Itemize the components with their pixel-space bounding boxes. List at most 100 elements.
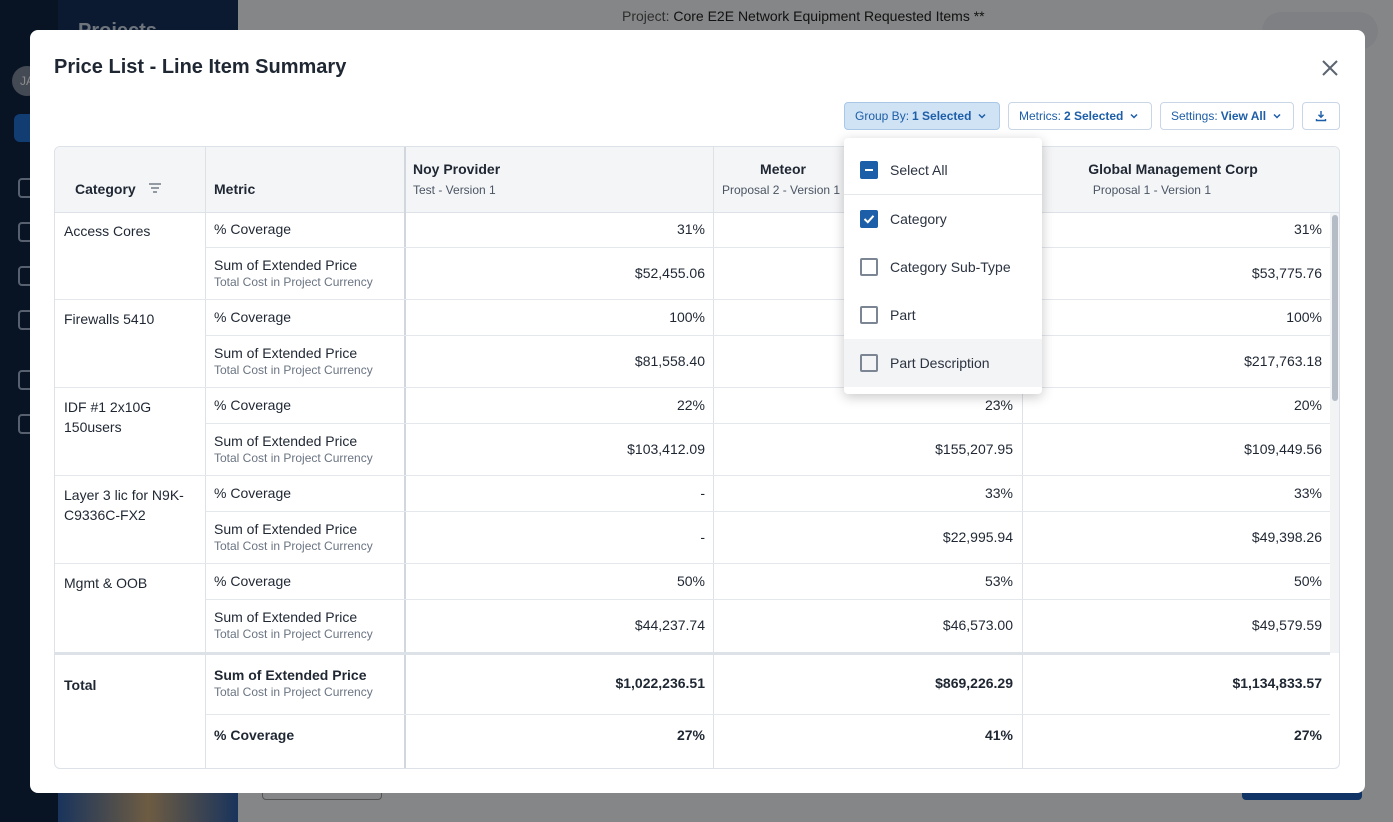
price-list-modal: Price List - Line Item Summary Group By:… (30, 30, 1365, 793)
metric-sublabel: Total Cost in Project Currency (214, 539, 373, 553)
row-divider (55, 475, 1330, 476)
metrics-button[interactable]: Metrics: 2 Selected (1008, 102, 1152, 130)
value-cell: $109,449.56 (1244, 441, 1322, 457)
metric-cell: % Coverage (214, 573, 292, 589)
value-cell: $46,573.00 (942, 617, 1013, 633)
settings-button[interactable]: Settings: View All (1160, 102, 1294, 130)
option-label: Category Sub-Type (890, 259, 1011, 275)
value-cell: 33% (984, 485, 1013, 501)
category-cell: Access Cores (64, 223, 151, 239)
metric-sublabel: Total Cost in Project Currency (214, 685, 373, 699)
total-value-cell: 27% (676, 727, 705, 743)
metric-cell: Sum of Extended Price Total Cost in Proj… (214, 345, 373, 377)
group-by-button[interactable]: Group By: 1 Selected (844, 102, 1000, 130)
chevron-down-icon (1130, 113, 1138, 119)
group-by-option-category-sub-type[interactable]: Category Sub-Type (844, 243, 1042, 291)
total-value-cell: 27% (1293, 727, 1322, 743)
metric-sublabel: Total Cost in Project Currency (214, 363, 373, 377)
download-icon (1315, 111, 1327, 122)
value-cell: 31% (676, 221, 705, 237)
total-value-cell: 41% (984, 727, 1013, 743)
metric-cell: % Coverage (214, 485, 292, 501)
value-cell: 100% (669, 309, 705, 325)
value-cell: $155,207.95 (935, 441, 1013, 457)
metric-label: Sum of Extended Price (214, 609, 358, 625)
metric-cell: Sum of Extended Price Total Cost in Proj… (214, 433, 373, 465)
value-cell: 100% (1286, 309, 1322, 325)
value-cell: 20% (1293, 397, 1322, 413)
modal-title: Price List - Line Item Summary (54, 56, 347, 78)
metric-cell: Sum of Extended Price Total Cost in Proj… (214, 257, 373, 289)
total-metric-cell: % Coverage (214, 727, 295, 743)
group-by-dropdown: Select All Category Category Sub-Type Pa… (844, 138, 1042, 394)
supplier-name: Noy Provider (413, 161, 501, 177)
supplier-name: Global Management Corp (1088, 161, 1258, 177)
group-by-option-part[interactable]: Part (844, 291, 1042, 339)
value-cell: $103,412.09 (627, 441, 705, 457)
value-cell: $44,237.74 (634, 617, 705, 633)
value-cell: 22% (676, 397, 705, 413)
metric-label: Sum of Extended Price (214, 667, 367, 683)
total-metric-cell: Sum of Extended Price Total Cost in Proj… (214, 667, 373, 699)
supplier-version: Proposal 2 - Version 1 (722, 183, 841, 197)
table-scrollbar-thumb[interactable] (1332, 215, 1338, 401)
group-by-value: 1 Selected (912, 109, 972, 123)
table-header: Category Metric Noy Provider Test - Vers… (55, 147, 1339, 213)
metric-cell: % Coverage (214, 397, 292, 413)
value-cell: 53% (984, 573, 1013, 589)
row-divider (206, 599, 1330, 600)
metric-label: Sum of Extended Price (214, 521, 358, 537)
row-divider (206, 714, 1330, 715)
value-cell: - (700, 529, 705, 545)
row-divider (206, 423, 1330, 424)
metrics-key: Metrics: (1019, 109, 1061, 123)
unchecked-checkbox-icon[interactable] (860, 354, 878, 372)
unchecked-checkbox-icon[interactable] (860, 306, 878, 324)
summary-table: Category Metric Noy Provider Test - Vers… (54, 146, 1340, 769)
row-divider (55, 563, 1330, 564)
download-button[interactable] (1302, 102, 1340, 130)
chevron-down-icon (1273, 113, 1281, 119)
value-cell: $81,558.40 (634, 353, 705, 369)
group-by-option-part-description[interactable]: Part Description (844, 339, 1042, 387)
category-cell: Mgmt & OOB (64, 575, 148, 591)
value-cell: 23% (984, 397, 1013, 413)
row-divider (55, 299, 1330, 300)
metric-sublabel: Total Cost in Project Currency (214, 451, 373, 465)
group-by-option-select-all[interactable]: Select All (844, 146, 1042, 194)
value-cell: $52,455.06 (634, 265, 705, 281)
metric-label: Sum of Extended Price (214, 433, 358, 449)
metric-label: Sum of Extended Price (214, 257, 358, 273)
value-cell: $49,579.59 (1251, 617, 1322, 633)
value-cell: 33% (1293, 485, 1322, 501)
checked-checkbox-icon[interactable] (860, 210, 878, 228)
total-separator (55, 652, 1330, 655)
value-cell: $22,995.94 (942, 529, 1013, 545)
supplier-version: Test - Version 1 (413, 183, 496, 197)
close-icon[interactable] (1318, 56, 1342, 80)
option-label: Part Description (890, 355, 990, 371)
metric-sublabel: Total Cost in Project Currency (214, 627, 373, 641)
category-cell: Firewalls 5410 (64, 311, 155, 327)
column-divider (205, 147, 206, 768)
metric-cell: % Coverage (214, 309, 292, 325)
total-value-cell: $1,022,236.51 (615, 675, 705, 691)
total-value-cell: $869,226.29 (935, 675, 1013, 691)
metrics-value: 2 Selected (1064, 109, 1124, 123)
metric-cell: Sum of Extended Price Total Cost in Proj… (214, 521, 373, 553)
value-cell: $53,775.76 (1251, 265, 1322, 281)
metric-cell: Sum of Extended Price Total Cost in Proj… (214, 609, 373, 641)
unchecked-checkbox-icon[interactable] (860, 258, 878, 276)
category-cell: Layer 3 lic for N9K-C9336C-FX2 (64, 487, 184, 523)
row-divider (206, 247, 1330, 248)
metric-label: Sum of Extended Price (214, 345, 358, 361)
row-divider (55, 387, 1330, 388)
option-label: Category (890, 211, 947, 227)
filter-icon[interactable] (149, 183, 161, 193)
row-divider (206, 511, 1330, 512)
total-value-cell: $1,134,833.57 (1232, 675, 1322, 691)
row-divider (206, 335, 1330, 336)
group-by-option-category[interactable]: Category (844, 195, 1042, 243)
group-by-key: Group By: (855, 109, 910, 123)
indeterminate-checkbox-icon[interactable] (860, 161, 878, 179)
